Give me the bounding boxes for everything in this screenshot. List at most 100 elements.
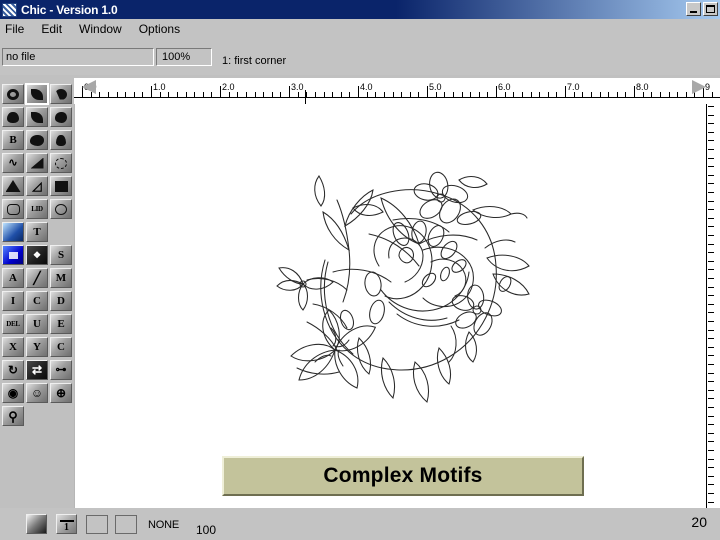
tool-reverse[interactable]: ⇄: [26, 360, 48, 380]
ruler-minor-tick: [685, 92, 687, 98]
layer-1-icon[interactable]: 1: [56, 514, 77, 534]
tool-circle-cut[interactable]: [2, 84, 24, 104]
tool-triangle[interactable]: [26, 153, 48, 173]
tool-zoom-in[interactable]: ⊕: [50, 383, 72, 403]
pan-icon: ◉: [7, 386, 19, 400]
tool-lid[interactable]: LID: [26, 199, 48, 219]
vertical-ruler-tick: [708, 493, 714, 494]
vertical-ruler-tick: [708, 235, 714, 236]
tool-delete-d[interactable]: D: [50, 291, 72, 311]
blob-icon: [55, 111, 67, 123]
density-value: 100: [196, 523, 217, 537]
ruler-label: 6.0: [498, 82, 511, 92]
ruler-minor-tick: [478, 92, 480, 98]
tool-clock[interactable]: [50, 199, 72, 219]
vertical-ruler-tick: [708, 252, 714, 253]
menu-item-edit[interactable]: Edit: [33, 20, 71, 38]
tool-petal[interactable]: [2, 107, 24, 127]
vertical-ruler-tick: [708, 158, 714, 159]
tool-polyline[interactable]: ◿: [26, 176, 48, 196]
file-name-field[interactable]: no file: [2, 48, 154, 66]
vertical-ruler-tick: [708, 390, 714, 391]
vertical-ruler-tick: [708, 476, 714, 477]
tool-alpha[interactable]: A: [2, 268, 24, 288]
tool-zoom[interactable]: ⚲: [2, 406, 24, 426]
tool-ellipse-fill[interactable]: [26, 130, 48, 150]
tool-curve[interactable]: ∿: [2, 153, 24, 173]
tool-bold[interactable]: B: [2, 130, 24, 150]
tool-pear[interactable]: [50, 130, 72, 150]
tool-cloud[interactable]: [50, 153, 72, 173]
minimize-button[interactable]: [686, 2, 701, 16]
tool-face[interactable]: ☺: [26, 383, 48, 403]
ruler-minor-tick: [599, 92, 601, 98]
window-controls: [686, 2, 718, 16]
ruler-cursor-indicator: [305, 90, 306, 104]
tool-blob[interactable]: [50, 107, 72, 127]
tool-label: A: [9, 271, 17, 284]
tool-stitch[interactable]: ❖: [26, 245, 48, 265]
ruler-minor-tick: [202, 92, 204, 98]
background-color-swatch[interactable]: [115, 515, 137, 534]
tool-curve-c[interactable]: C: [50, 337, 72, 357]
square-fill-icon: [54, 180, 68, 192]
tool-undo-u[interactable]: U: [26, 314, 48, 334]
ruler-minor-tick: [271, 92, 273, 98]
vertical-ruler-tick: [708, 132, 714, 133]
command-prompt-text: 1: first corner: [222, 55, 287, 67]
tool-copy[interactable]: C: [26, 291, 48, 311]
tool-mountain[interactable]: [2, 176, 24, 196]
vertical-ruler-tick: [708, 106, 714, 107]
fill-pattern-icon[interactable]: [26, 514, 47, 534]
tool-nodes[interactable]: ⊶: [50, 360, 72, 380]
maximize-button[interactable]: [703, 2, 718, 16]
canvas-area[interactable]: 0.0 1.0 2.0 3.0 4.0 5.0 6.0 7.0 8.0 9 Co…: [74, 78, 720, 508]
clock-icon: [55, 203, 67, 215]
ruler-minor-tick: [504, 92, 506, 98]
vertical-ruler-tick: [708, 149, 714, 150]
ruler-start-marker[interactable]: [82, 80, 96, 94]
leaf-filled-icon: [31, 88, 43, 100]
vertical-ruler[interactable]: [706, 104, 720, 508]
tool-axis-x[interactable]: X: [2, 337, 24, 357]
ruler-label: 1.0: [153, 82, 166, 92]
ruler-minor-tick: [159, 92, 161, 98]
ruler-minor-tick: [306, 92, 308, 98]
vertical-ruler-tick: [708, 226, 714, 227]
tool-pan[interactable]: ◉: [2, 383, 24, 403]
foreground-color-swatch[interactable]: [86, 515, 108, 534]
zoom-level-field[interactable]: 100%: [156, 48, 212, 66]
ruler-end-marker[interactable]: [692, 80, 706, 94]
drawing-paper[interactable]: Complex Motifs: [74, 104, 706, 508]
menu-item-options[interactable]: Options: [131, 20, 189, 38]
tool-leaf-filled[interactable]: [25, 83, 49, 105]
tool-rotate[interactable]: ↻: [2, 360, 24, 380]
menu-item-file[interactable]: File: [0, 20, 33, 38]
circle-cut-icon: [7, 88, 19, 100]
ruler-minor-tick: [99, 92, 101, 98]
tool-text[interactable]: T: [26, 222, 48, 242]
horizontal-ruler[interactable]: 0.0 1.0 2.0 3.0 4.0 5.0 6.0 7.0 8.0 9: [74, 78, 720, 104]
tool-move[interactable]: M: [50, 268, 72, 288]
menu-item-window[interactable]: Window: [71, 20, 131, 38]
tool-rounded-rect[interactable]: [2, 199, 24, 219]
tool-gradient[interactable]: [2, 222, 24, 242]
tool-moon[interactable]: [50, 84, 72, 104]
tool-label: B: [9, 133, 17, 146]
window-titlebar[interactable]: Chic - Version 1.0: [0, 0, 720, 19]
tool-insert[interactable]: I: [2, 291, 24, 311]
vertical-ruler-tick: [708, 502, 714, 503]
tool-satin[interactable]: S: [50, 245, 72, 265]
ruler-minor-tick: [470, 92, 472, 98]
banner-text: Complex Motifs: [323, 464, 483, 487]
tool-color-blue[interactable]: [2, 245, 24, 265]
tool-edit-e[interactable]: E: [50, 314, 72, 334]
vertical-ruler-tick: [708, 347, 714, 348]
tool-wand[interactable]: ╱: [26, 268, 48, 288]
tool-square-fill[interactable]: [50, 176, 72, 196]
vertical-ruler-tick: [708, 115, 714, 116]
ruler-minor-tick: [573, 92, 575, 98]
tool-axis-y[interactable]: Y: [26, 337, 48, 357]
tool-del[interactable]: DEL: [2, 314, 24, 334]
tool-leaf-outline[interactable]: [26, 107, 48, 127]
